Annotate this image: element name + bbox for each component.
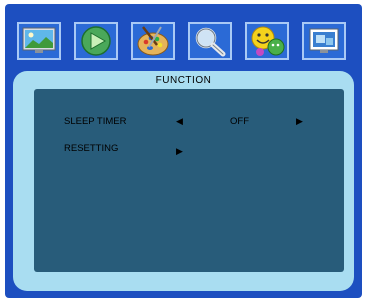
tab-audio[interactable]: [74, 22, 118, 60]
audio-icon: [81, 26, 111, 56]
sleep-timer-row[interactable]: SLEEP TIMER ◀ OFF ▶: [34, 116, 344, 130]
palette-icon: [137, 26, 169, 56]
sleep-timer-label: SLEEP TIMER: [64, 116, 127, 127]
sleep-timer-left-arrow-icon[interactable]: ◀: [176, 114, 183, 128]
panel-title: FUNCTION: [155, 75, 212, 86]
window-icon: [309, 28, 339, 53]
function-panel: FUNCTION SLEEP TIMER ◀ OFF ▶ RESETTING ▶: [13, 71, 354, 291]
tab-palette[interactable]: [131, 22, 175, 60]
tab-picture[interactable]: [17, 22, 61, 60]
tab-smiley[interactable]: [245, 22, 289, 60]
settings-area: SLEEP TIMER ◀ OFF ▶ RESETTING ▶: [34, 89, 344, 272]
resetting-row[interactable]: RESETTING ▶: [34, 143, 344, 157]
smiley-icon: [251, 26, 285, 56]
osd-menu-frame: FUNCTION SLEEP TIMER ◀ OFF ▶ RESETTING ▶: [5, 4, 362, 298]
picture-icon: [22, 27, 56, 53]
menu-icon-bar: [5, 4, 362, 70]
tab-search[interactable]: [188, 22, 232, 60]
resetting-right-arrow-icon[interactable]: ▶: [176, 144, 183, 158]
sleep-timer-value: OFF: [230, 116, 249, 127]
resetting-label: RESETTING: [64, 143, 119, 154]
sleep-timer-right-arrow-icon[interactable]: ▶: [296, 114, 303, 128]
search-icon: [195, 27, 226, 57]
tab-window[interactable]: [302, 22, 346, 60]
